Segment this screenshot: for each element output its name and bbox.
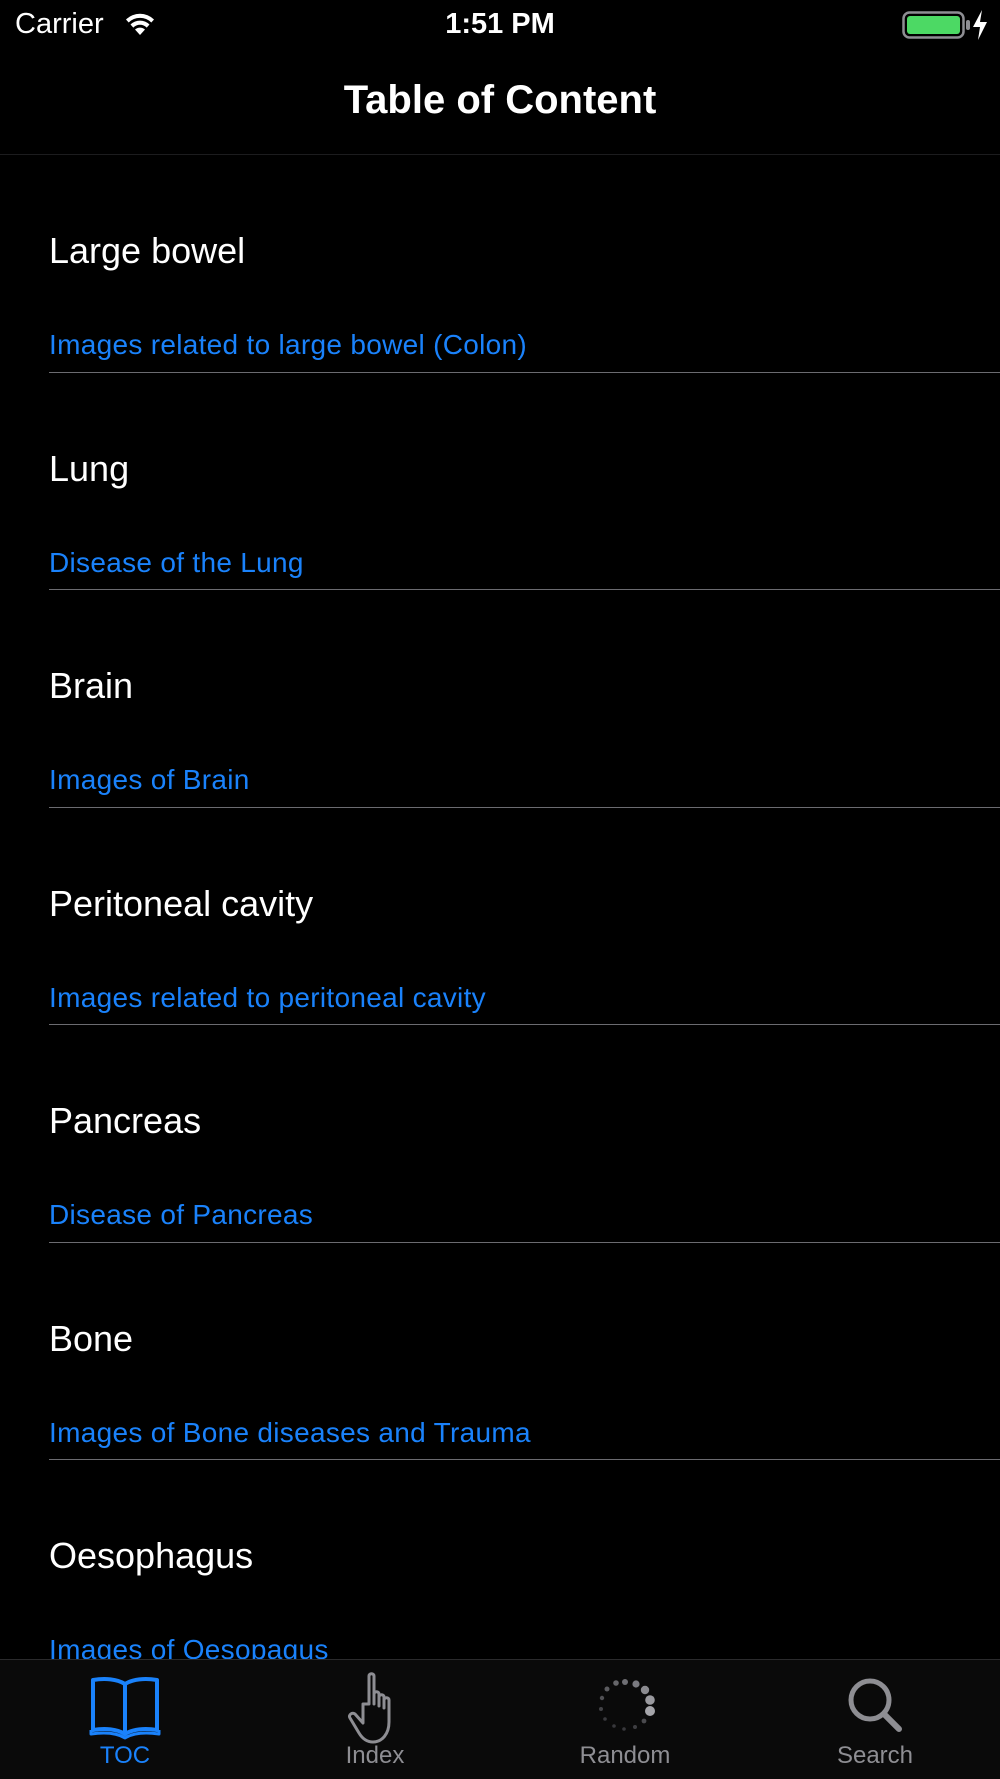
- toc-row-subtitle: Images related to peritoneal cavity: [49, 981, 486, 1013]
- toc-row-title: Peritoneal cavity: [49, 882, 314, 924]
- toc-row-subtitle: Images related to large bowel (Colon): [49, 329, 528, 360]
- tab-bar: TOC Index Random Search: [0, 1659, 1000, 1779]
- toc-row-subtitle: Images of Bone diseases and Trauma: [49, 1416, 531, 1448]
- page-title: Table of Content: [343, 78, 657, 122]
- toc-row-title: Oesophagus: [49, 1535, 254, 1576]
- status-bar: Carrier 1:51 PM: [0, 0, 1000, 50]
- toc-row-title: Lung: [49, 447, 130, 489]
- toc-list[interactable]: Large bowel Images related to large bowe…: [0, 155, 1000, 1659]
- tab-label: TOC: [99, 1742, 151, 1769]
- toc-row-title: Bone: [49, 1317, 134, 1359]
- navigation-bar: Table of Content: [0, 50, 1000, 155]
- tab-toc[interactable]: TOC: [0, 1660, 250, 1779]
- charging-bolt-icon: [973, 10, 987, 40]
- status-time: 1:51 PM: [445, 8, 555, 40]
- toc-row-title: Large bowel: [49, 230, 246, 271]
- toc-row-peritoneal-cavity[interactable]: Peritoneal cavity Images related to peri…: [49, 808, 1000, 1025]
- spinner-icon: [599, 1679, 655, 1731]
- toc-row-subtitle: Images of Brain: [49, 764, 250, 795]
- tab-search[interactable]: Search: [750, 1660, 1000, 1779]
- search-icon: [848, 1678, 902, 1732]
- toc-row-title: Pancreas: [49, 1100, 202, 1141]
- book-icon: [89, 1677, 161, 1740]
- toc-row-subtitle: Disease of the Lung: [49, 546, 304, 578]
- toc-row-oesophagus[interactable]: Oesophagus Images of Oesopagus: [49, 1460, 1000, 1659]
- toc-row-brain[interactable]: Brain Images of Brain: [49, 590, 1000, 808]
- tab-index[interactable]: Index: [250, 1660, 500, 1779]
- tab-label: Random: [579, 1742, 671, 1769]
- toc-row-lung[interactable]: Lung Disease of the Lung: [49, 373, 1000, 590]
- pointing-hand-icon: [348, 1672, 391, 1744]
- toc-row-subtitle: Disease of Pancreas: [49, 1199, 314, 1230]
- tab-random[interactable]: Random: [500, 1660, 750, 1779]
- toc-row-title: Brain: [49, 665, 134, 706]
- battery-full-icon: [902, 11, 970, 39]
- tab-label: Search: [836, 1742, 914, 1769]
- toc-row-subtitle: Images of Oesopagus: [49, 1634, 329, 1659]
- toc-row-pancreas[interactable]: Pancreas Disease of Pancreas: [49, 1025, 1000, 1243]
- toc-row-large-bowel[interactable]: Large bowel Images related to large bowe…: [49, 155, 1000, 373]
- toc-row-bone[interactable]: Bone Images of Bone diseases and Trauma: [49, 1243, 1000, 1460]
- tab-label: Index: [345, 1742, 405, 1769]
